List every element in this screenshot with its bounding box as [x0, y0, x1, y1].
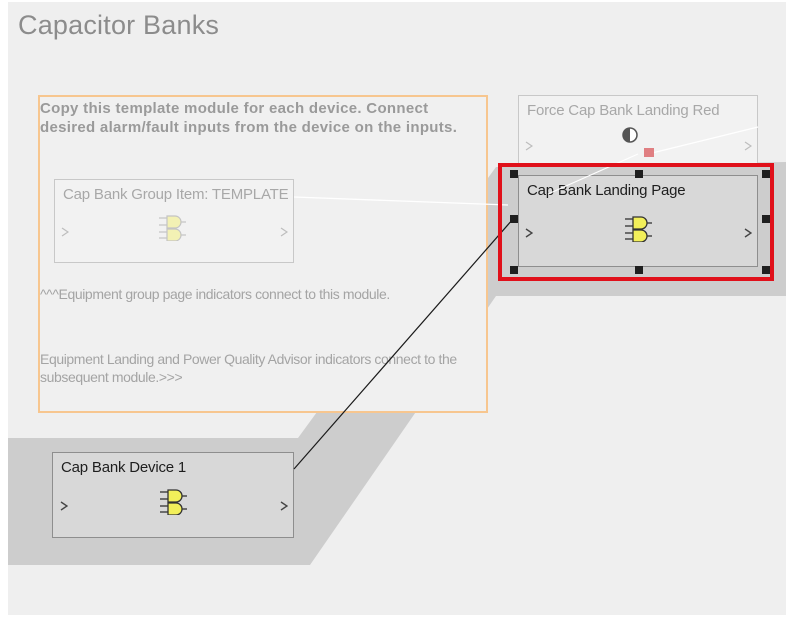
template-to-landing-wire	[293, 196, 509, 206]
force-red-link-wire	[547, 153, 639, 195]
force-red-wire	[647, 126, 759, 155]
diagram-canvas[interactable]: Capacitor Banks Copy this template modul…	[8, 2, 786, 615]
overlay-layer	[293, 126, 774, 470]
device-to-landing-wire	[293, 218, 514, 470]
force-red-marker	[644, 148, 654, 157]
selection-frame	[498, 163, 774, 281]
resize-handles[interactable]	[510, 170, 770, 274]
